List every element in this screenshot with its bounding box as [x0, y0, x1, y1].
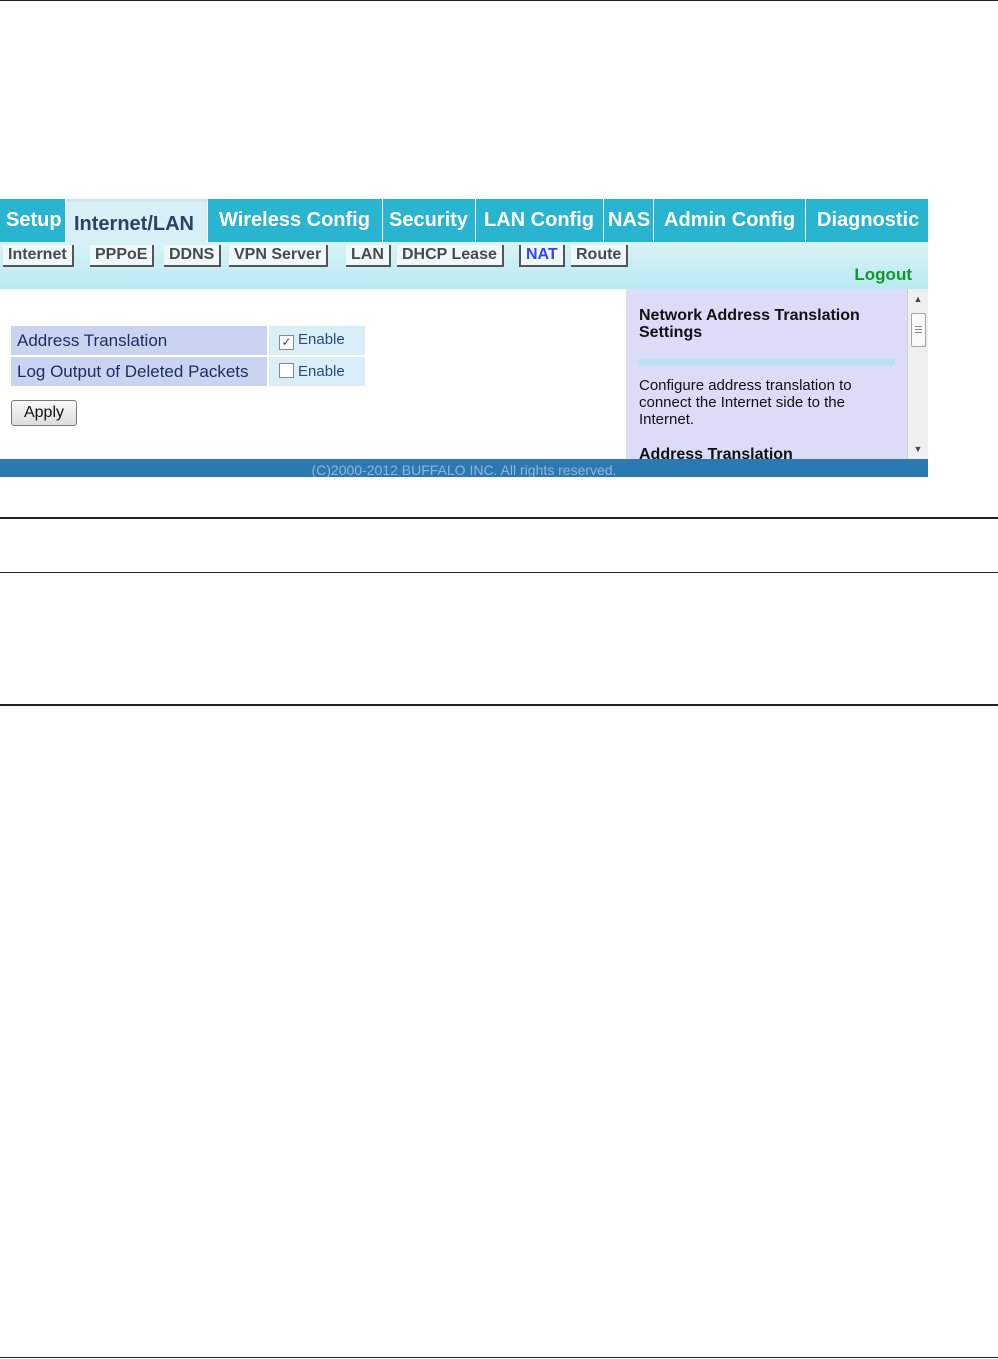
scroll-down-arrow-icon[interactable]: ▼: [908, 441, 928, 457]
tab-admin-config[interactable]: Admin Config: [654, 199, 806, 242]
log-output-cell: Enable: [267, 356, 365, 388]
settings-table: Address Translation ✓ Enable Log Output o…: [11, 326, 365, 388]
log-output-enable-label[interactable]: Enable: [298, 363, 345, 380]
subtab-pppoe[interactable]: PPPoE: [90, 245, 155, 267]
help-subheading: Address Translation: [639, 446, 793, 459]
help-panel: Network Address Translation Settings Con…: [626, 289, 928, 459]
scroll-thumb[interactable]: [911, 313, 926, 347]
divider-rule: [0, 572, 998, 573]
address-translation-enable-label[interactable]: Enable: [298, 331, 345, 348]
help-description: Configure address translation to connect…: [639, 377, 852, 428]
subtab-nat[interactable]: NAT: [519, 245, 565, 267]
copyright-footer: (C)2000-2012 BUFFALO INC. All rights res…: [0, 459, 928, 477]
subtab-route[interactable]: Route: [571, 245, 629, 267]
grip-line: [915, 329, 922, 330]
bottom-rule: [0, 1357, 998, 1358]
tab-diagnostic[interactable]: Diagnostic: [806, 199, 928, 242]
subtab-ddns[interactable]: DDNS: [164, 245, 222, 267]
scroll-up-arrow-icon[interactable]: ▲: [908, 291, 928, 307]
tab-security[interactable]: Security: [383, 199, 476, 242]
subtab-internet[interactable]: Internet: [3, 245, 74, 267]
address-translation-cell: ✓ Enable: [267, 326, 365, 357]
checkmark-icon: ✓: [281, 335, 292, 349]
table-row: Log Output of Deleted Packets Enable: [11, 356, 365, 388]
sub-navigation: Internet PPPoE DDNS VPN Server LAN DHCP …: [0, 242, 928, 289]
help-title: Network Address Translation Settings: [639, 307, 860, 341]
log-output-checkbox[interactable]: [279, 363, 294, 378]
nat-settings-panel: Address Translation ✓ Enable Log Output o…: [0, 289, 626, 459]
help-content: Network Address Translation Settings Con…: [639, 307, 895, 459]
help-scrollbar[interactable]: ▲ ▼: [907, 289, 928, 459]
tab-lan-config[interactable]: LAN Config: [476, 199, 604, 242]
subtab-vpn-server[interactable]: VPN Server: [229, 245, 329, 267]
subtab-dhcp-lease[interactable]: DHCP Lease: [397, 245, 504, 267]
top-navigation: Setup Internet/LAN Wireless Config Secur…: [0, 199, 928, 242]
logout-link[interactable]: Logout: [854, 265, 912, 285]
apply-button[interactable]: Apply: [11, 400, 77, 426]
log-output-label: Log Output of Deleted Packets: [11, 356, 268, 388]
help-divider: [639, 359, 895, 365]
table-row: Address Translation ✓ Enable: [11, 326, 365, 357]
grip-line: [915, 332, 922, 333]
divider-rule: [0, 704, 998, 706]
address-translation-checkbox[interactable]: ✓: [279, 335, 294, 350]
tab-nas[interactable]: NAS: [604, 199, 654, 242]
tab-internet-lan[interactable]: Internet/LAN: [66, 199, 208, 242]
grip-line: [915, 326, 922, 327]
tab-wireless-config[interactable]: Wireless Config: [208, 199, 383, 242]
address-translation-label: Address Translation: [11, 326, 268, 357]
divider-rule: [0, 517, 998, 519]
tab-setup[interactable]: Setup: [0, 199, 66, 242]
top-rule: [0, 0, 998, 1]
subtab-lan[interactable]: LAN: [346, 245, 391, 267]
router-admin-screenshot: Setup Internet/LAN Wireless Config Secur…: [0, 199, 928, 477]
